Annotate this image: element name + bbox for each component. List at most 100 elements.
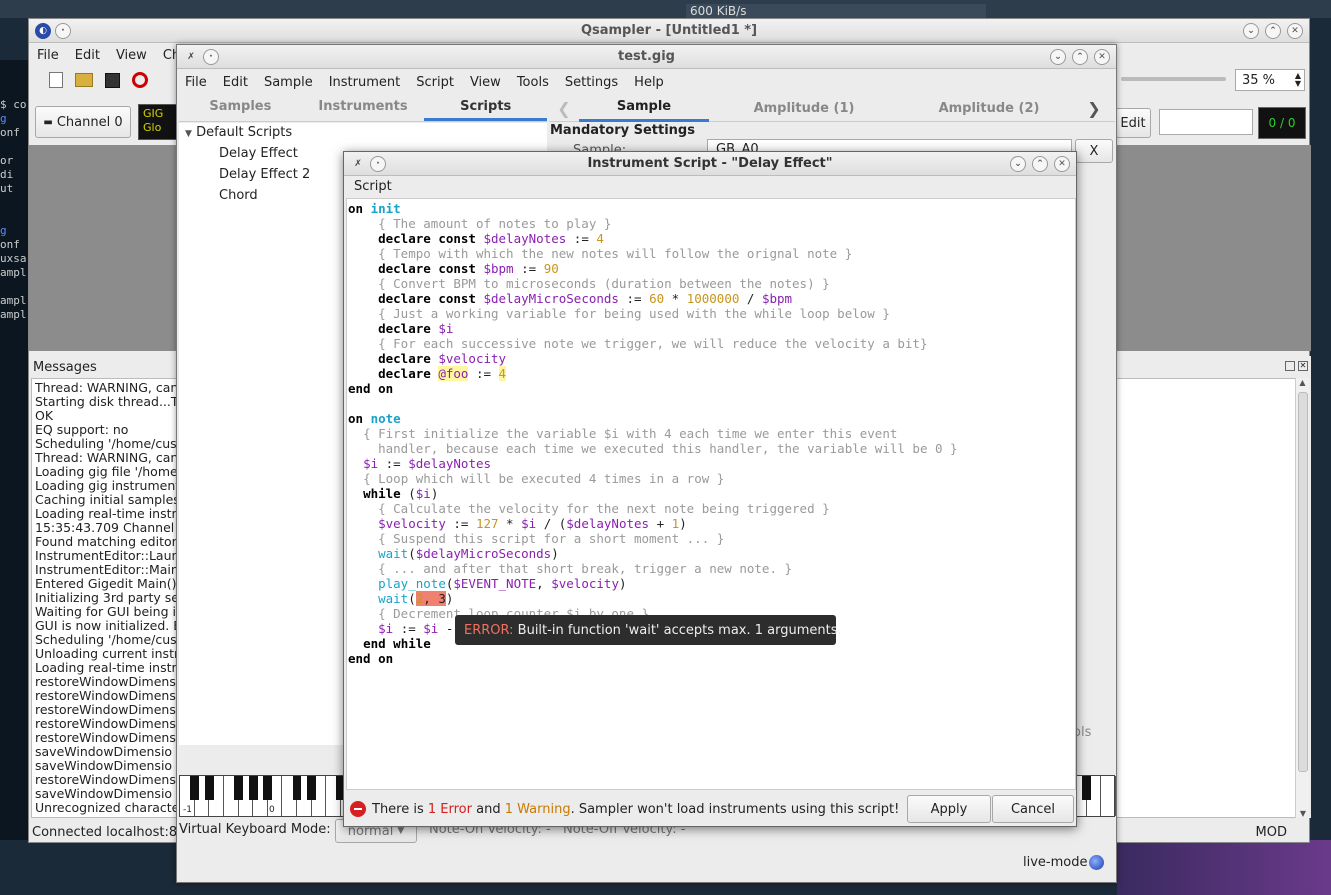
piano-black-key[interactable] xyxy=(190,776,199,800)
scroll-up-icon[interactable]: ▲ xyxy=(1296,378,1309,387)
script-menu[interactable]: Script xyxy=(344,176,1076,198)
script-item[interactable]: Delay Effect xyxy=(219,146,298,161)
terminal-line: ampl xyxy=(0,266,27,279)
status-mod: MOD xyxy=(1255,824,1287,840)
gig-menu-settings[interactable]: Settings xyxy=(557,75,626,90)
tab-instruments[interactable]: Instruments xyxy=(302,95,425,121)
zoom-slider[interactable] xyxy=(1121,77,1226,81)
gigedit-minimize-icon[interactable]: ⌄ xyxy=(1050,49,1066,65)
script-item[interactable]: Delay Effect 2 xyxy=(219,167,310,182)
message-line: EQ support: no xyxy=(35,423,129,437)
message-line: Caching initial samples xyxy=(35,493,177,507)
gig-menu-sample[interactable]: Sample xyxy=(256,75,321,90)
pin-icon[interactable]: · xyxy=(55,23,71,39)
message-line: Loading real-time instr xyxy=(35,661,177,675)
terminal-line: g xyxy=(0,112,7,125)
tab-amplitude-1[interactable]: Amplitude (1) xyxy=(709,101,899,116)
zoom-spinbox[interactable]: 35 % ▲ ▼ xyxy=(1235,69,1305,91)
zoom-value: 35 % xyxy=(1242,72,1276,88)
tree-expand-icon[interactable]: ▼ xyxy=(185,129,192,139)
status-warnings[interactable]: 1 Warning xyxy=(505,802,571,817)
scroll-down-icon[interactable]: ▼ xyxy=(1296,809,1310,818)
menu-file[interactable]: File xyxy=(29,48,67,63)
gig-menu-file[interactable]: File xyxy=(177,75,215,90)
tab-scroll-left-icon[interactable]: ❮ xyxy=(549,99,579,118)
close-icon[interactable]: ✕ xyxy=(1287,23,1303,39)
new-file-icon[interactable] xyxy=(49,72,63,88)
tab-amplitude-2[interactable]: Amplitude (2) xyxy=(899,101,1079,116)
terminal-line: $ co xyxy=(0,98,27,111)
message-line: Entered Gigedit Main() xyxy=(35,577,177,591)
stop-icon[interactable] xyxy=(132,72,148,88)
script-item[interactable]: Chord xyxy=(219,188,258,203)
message-line: Waiting for GUI being in xyxy=(35,605,177,619)
gig-menu-instrument[interactable]: Instrument xyxy=(321,75,409,90)
piano-black-key[interactable] xyxy=(248,776,258,800)
live-mode-icon xyxy=(1089,855,1105,870)
editor-status-row: There is 1 Error and 1 Warning. Sampler … xyxy=(350,796,899,822)
editor-close-icon[interactable]: ✕ xyxy=(1054,156,1070,172)
gig-menu-script[interactable]: Script xyxy=(408,75,462,90)
gigedit-app-icon: ✗ xyxy=(187,51,195,62)
tab-samples[interactable]: Samples xyxy=(179,95,302,121)
minimize-icon[interactable]: ⌄ xyxy=(1243,23,1259,39)
messages-scrollbar[interactable]: ▲ ▼ xyxy=(1295,378,1309,818)
gigedit-title: test.gig xyxy=(618,49,675,64)
editor-maximize-icon[interactable]: ⌃ xyxy=(1032,156,1048,172)
dock-float-icon[interactable] xyxy=(1285,361,1295,371)
gig-menu-edit[interactable]: Edit xyxy=(215,75,256,90)
piano-white-key[interactable] xyxy=(1101,776,1116,816)
message-line: restoreWindowDimensi xyxy=(35,773,177,787)
apply-button[interactable]: Apply xyxy=(907,795,991,823)
save-icon[interactable] xyxy=(105,72,120,88)
edit-button[interactable]: Edit xyxy=(1115,108,1151,138)
event-counter: 0 / 0 xyxy=(1258,107,1306,139)
channel-name-field[interactable] xyxy=(1159,109,1253,135)
tooltip-error-text: Built-in function 'wait' accepts max. 1 … xyxy=(513,622,842,638)
editor-pin-icon[interactable]: · xyxy=(370,156,386,172)
piano-black-key[interactable] xyxy=(307,776,316,800)
gigedit-pin-icon[interactable]: · xyxy=(203,49,219,65)
piano-black-key[interactable] xyxy=(1082,776,1092,800)
channel-button[interactable]: ▬ Channel 0 xyxy=(35,106,131,138)
terminal-line: onf xyxy=(0,126,20,139)
tab-scripts[interactable]: Scripts xyxy=(424,95,548,121)
key-label-minus1: -1 xyxy=(183,805,192,815)
gigedit-close-icon[interactable]: ✕ xyxy=(1094,49,1110,65)
qsampler-titlebar: ◐ · Qsampler - [Untitled1 *] ⌄ ⌃ ✕ xyxy=(29,19,1309,43)
cancel-button[interactable]: Cancel xyxy=(992,795,1074,823)
open-folder-icon[interactable] xyxy=(75,73,93,87)
editor-app-icon: ✗ xyxy=(354,158,362,169)
piano-black-key[interactable] xyxy=(204,776,214,800)
gig-menu-view[interactable]: View xyxy=(462,75,509,90)
menu-view[interactable]: View xyxy=(108,48,155,63)
gig-menu-help[interactable]: Help xyxy=(626,75,672,90)
tree-root[interactable]: ▼ Default Scripts xyxy=(185,125,292,140)
piano-black-key[interactable] xyxy=(292,776,302,800)
status-connected: Connected localhost:8 xyxy=(32,824,178,840)
right-tabbar: ❮ Sample Amplitude (1) Amplitude (2) ❯ xyxy=(549,95,1115,122)
spin-arrows-icon[interactable]: ▲ ▼ xyxy=(1295,72,1304,88)
message-line: GUI is now initialized. E xyxy=(35,619,177,633)
status-errors[interactable]: 1 Error xyxy=(428,802,472,817)
clear-sample-button[interactable]: X xyxy=(1075,139,1113,163)
vk-mode-label: Virtual Keyboard Mode: xyxy=(179,822,331,837)
message-line: saveWindowDimensio xyxy=(35,787,173,801)
gigedit-maximize-icon[interactable]: ⌃ xyxy=(1072,49,1088,65)
left-tabbar: Samples Instruments Scripts xyxy=(179,95,548,122)
tab-sample[interactable]: Sample xyxy=(579,95,709,122)
menu-edit[interactable]: Edit xyxy=(67,48,108,63)
dock-close-icon[interactable]: ✕ xyxy=(1298,361,1308,371)
code-editor[interactable]: on init { The amount of notes to play } … xyxy=(346,198,1076,790)
piano-black-key[interactable] xyxy=(263,776,273,800)
scroll-thumb[interactable] xyxy=(1298,392,1308,772)
tab-scroll-right-icon[interactable]: ❯ xyxy=(1079,99,1109,118)
gig-menu-tools[interactable]: Tools xyxy=(509,75,557,90)
gigedit-menubar: File Edit Sample Instrument Script View … xyxy=(177,69,1116,95)
maximize-icon[interactable]: ⌃ xyxy=(1265,23,1281,39)
channel-button-label: Channel 0 xyxy=(56,114,123,130)
editor-minimize-icon[interactable]: ⌄ xyxy=(1010,156,1026,172)
piano-black-key[interactable] xyxy=(234,776,243,800)
